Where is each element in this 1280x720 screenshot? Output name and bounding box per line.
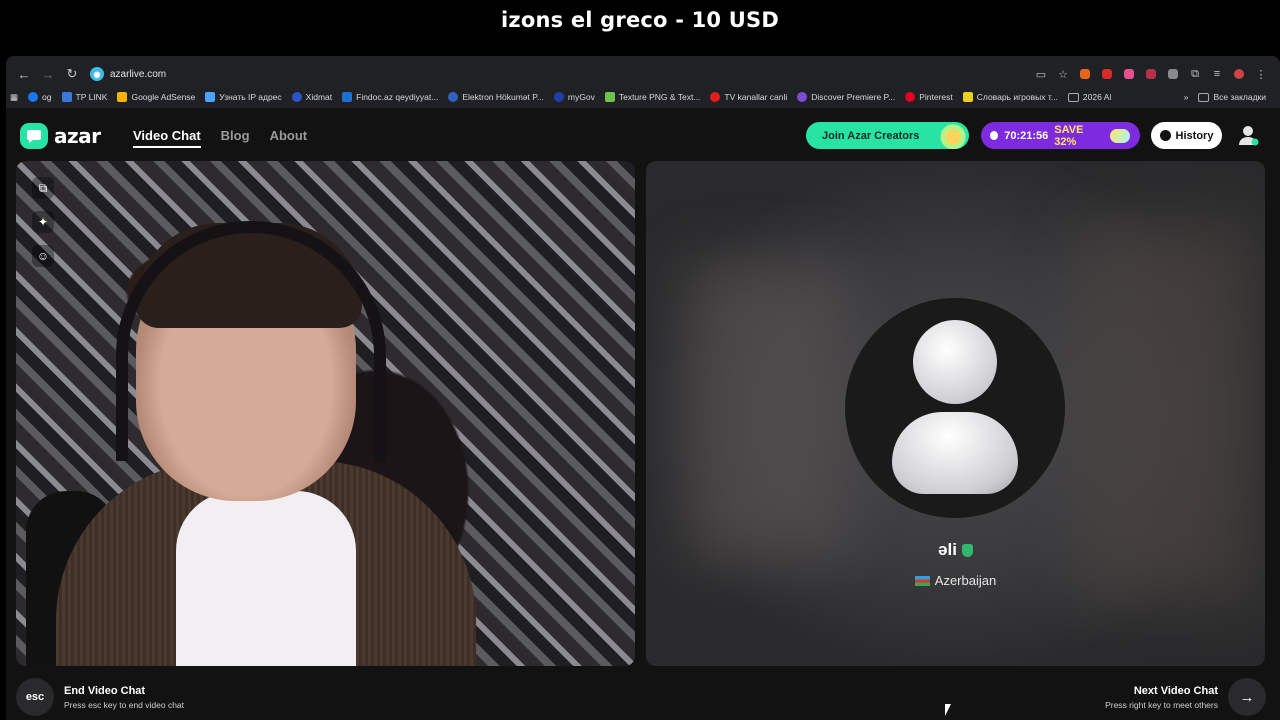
mask-smiley-icon[interactable]: ☺ bbox=[32, 245, 54, 267]
bookmark-item[interactable]: Словарь игровых т... bbox=[962, 92, 1058, 102]
pip-toggle-icon[interactable]: ⧉ bbox=[32, 177, 54, 199]
browser-window: ← → ↻ ◉ azarlive.com ▭ ☆ ⧉ ≡ ⋮ ▦ og TP L… bbox=[6, 56, 1280, 720]
menu-kebab-icon[interactable]: ⋮ bbox=[1252, 65, 1270, 83]
toolbar-actions: ▭ ☆ ⧉ ≡ ⋮ bbox=[1032, 65, 1270, 83]
azar-page: azar Video Chat Blog About Join Azar Cre… bbox=[6, 108, 1280, 720]
effects-sparkle-icon[interactable]: ✦ bbox=[32, 211, 54, 233]
camera-tools: ⧉ ✦ ☺ bbox=[32, 177, 54, 267]
timer-clock-icon bbox=[990, 131, 999, 140]
history-clock-icon bbox=[1159, 130, 1171, 141]
promo-timer-button[interactable]: 70:21:56 SAVE 32% bbox=[981, 122, 1140, 149]
blurred-background bbox=[686, 261, 846, 561]
azar-logo[interactable]: azar bbox=[20, 123, 101, 149]
profile-avatar-icon[interactable] bbox=[1230, 65, 1248, 83]
bookmark-folder[interactable]: 2026 Al bbox=[1067, 92, 1111, 102]
person-shirt bbox=[176, 491, 356, 666]
mouse-cursor-icon bbox=[945, 704, 951, 716]
facebook-icon bbox=[28, 92, 39, 102]
avatar-body-shape bbox=[892, 412, 1018, 494]
end-chat-button[interactable]: esc bbox=[16, 678, 54, 716]
end-chat-hint: End Video Chat Press esc key to end vide… bbox=[64, 684, 185, 710]
folder-icon bbox=[1198, 92, 1210, 102]
all-bookmarks[interactable]: Все закладки bbox=[1198, 92, 1266, 102]
nav-video-chat[interactable]: Video Chat bbox=[133, 128, 201, 148]
next-chat-arrow-icon[interactable]: → bbox=[1228, 678, 1266, 716]
tv-icon bbox=[710, 92, 721, 102]
peer-avatar-placeholder bbox=[845, 298, 1065, 518]
gem-icon bbox=[1109, 128, 1130, 143]
extensions-puzzle-icon[interactable]: ⧉ bbox=[1186, 65, 1204, 83]
tplink-icon bbox=[61, 92, 72, 102]
bookmark-item[interactable]: Google AdSense bbox=[117, 92, 195, 102]
join-creators-button[interactable]: Join Azar Creators bbox=[806, 122, 969, 149]
premiere-icon bbox=[797, 92, 808, 102]
peer-country: Azerbaijan bbox=[646, 573, 1265, 588]
logo-text: azar bbox=[54, 124, 101, 148]
shield-icon bbox=[962, 92, 973, 102]
main-nav: Video Chat Blog About bbox=[133, 128, 307, 148]
bookmarks-bar: ▦ og TP LINK Google AdSense Узнать IP ад… bbox=[6, 86, 1280, 109]
ip-icon bbox=[205, 92, 216, 102]
creators-badge-icon bbox=[929, 122, 969, 149]
bookmark-item[interactable]: TP LINK bbox=[61, 92, 107, 102]
mygov-icon bbox=[553, 92, 564, 102]
promo-timer: 70:21:56 bbox=[1004, 129, 1049, 142]
azerbaijan-flag-icon bbox=[914, 575, 930, 586]
bookmark-item[interactable]: TV kanallar canli bbox=[710, 92, 787, 102]
bookmark-item[interactable]: Узнать IP адрес bbox=[205, 92, 282, 102]
stream-overlay-title: izons el greco - 10 USD bbox=[501, 8, 779, 32]
next-chat-control: Next Video Chat Press right key to meet … bbox=[1105, 678, 1266, 716]
apps-grid-icon[interactable]: ▦ bbox=[10, 92, 18, 103]
extension-red-icon[interactable] bbox=[1098, 65, 1116, 83]
forward-icon[interactable]: → bbox=[36, 63, 60, 85]
reload-icon[interactable]: ↻ bbox=[60, 63, 84, 85]
xidmat-icon bbox=[291, 92, 302, 102]
address-bar[interactable]: ◉ azarlive.com bbox=[90, 64, 1032, 84]
bookmark-item[interactable]: Pinterest bbox=[905, 92, 953, 102]
promo-save: SAVE 32% bbox=[1054, 123, 1084, 148]
app-header: azar Video Chat Blog About Join Azar Cre… bbox=[6, 108, 1280, 162]
verified-shield-icon bbox=[961, 543, 973, 557]
bookmark-item[interactable]: Xidmat bbox=[291, 92, 332, 102]
end-chat-control: esc End Video Chat Press esc key to end … bbox=[16, 678, 184, 716]
bookmark-item[interactable]: Texture PNG & Text... bbox=[604, 92, 700, 102]
back-icon[interactable]: ← bbox=[12, 63, 36, 85]
url-text: azarlive.com bbox=[110, 68, 167, 80]
extension-grid-icon[interactable] bbox=[1164, 65, 1182, 83]
pinterest-icon bbox=[905, 92, 916, 102]
extension-pink-icon[interactable] bbox=[1120, 65, 1138, 83]
adsense-icon bbox=[117, 92, 128, 102]
bookmark-item[interactable]: myGov bbox=[553, 92, 595, 102]
site-info-icon[interactable]: ◉ bbox=[90, 67, 104, 81]
bookmark-item[interactable]: Elektron Hökumət P... bbox=[448, 92, 544, 102]
my-camera-feed: ⧉ ✦ ☺ bbox=[16, 161, 635, 666]
findoc-icon bbox=[342, 92, 353, 102]
egov-icon bbox=[448, 92, 459, 102]
nav-about[interactable]: About bbox=[270, 128, 308, 148]
bookmark-item[interactable]: Discover Premiere P... bbox=[797, 92, 895, 102]
peer-video-panel: əli Azerbaijan bbox=[646, 161, 1265, 666]
history-button[interactable]: History bbox=[1151, 122, 1222, 149]
avatar-head-shape bbox=[913, 320, 997, 404]
more-bookmarks-chevron-icon[interactable]: » bbox=[1184, 92, 1189, 102]
next-chat-hint: Next Video Chat Press right key to meet … bbox=[1105, 684, 1218, 710]
nav-blog[interactable]: Blog bbox=[221, 128, 250, 148]
extension-ai-icon[interactable] bbox=[1142, 65, 1160, 83]
azar-logo-icon bbox=[20, 123, 48, 149]
folder-icon bbox=[1067, 92, 1079, 102]
peer-name: əli bbox=[646, 540, 1265, 560]
extension-fox-icon[interactable] bbox=[1076, 65, 1094, 83]
user-avatar-icon[interactable] bbox=[1236, 123, 1260, 147]
reading-list-icon[interactable]: ≡ bbox=[1208, 65, 1226, 83]
bookmark-item[interactable]: Findoc.az qeydiyyat... bbox=[342, 92, 438, 102]
texture-icon bbox=[604, 92, 615, 102]
cast-icon[interactable]: ▭ bbox=[1032, 65, 1050, 83]
bookmark-item[interactable]: og bbox=[28, 92, 52, 102]
browser-toolbar: ← → ↻ ◉ azarlive.com ▭ ☆ ⧉ ≡ ⋮ bbox=[6, 62, 1280, 86]
bookmark-star-icon[interactable]: ☆ bbox=[1054, 65, 1072, 83]
